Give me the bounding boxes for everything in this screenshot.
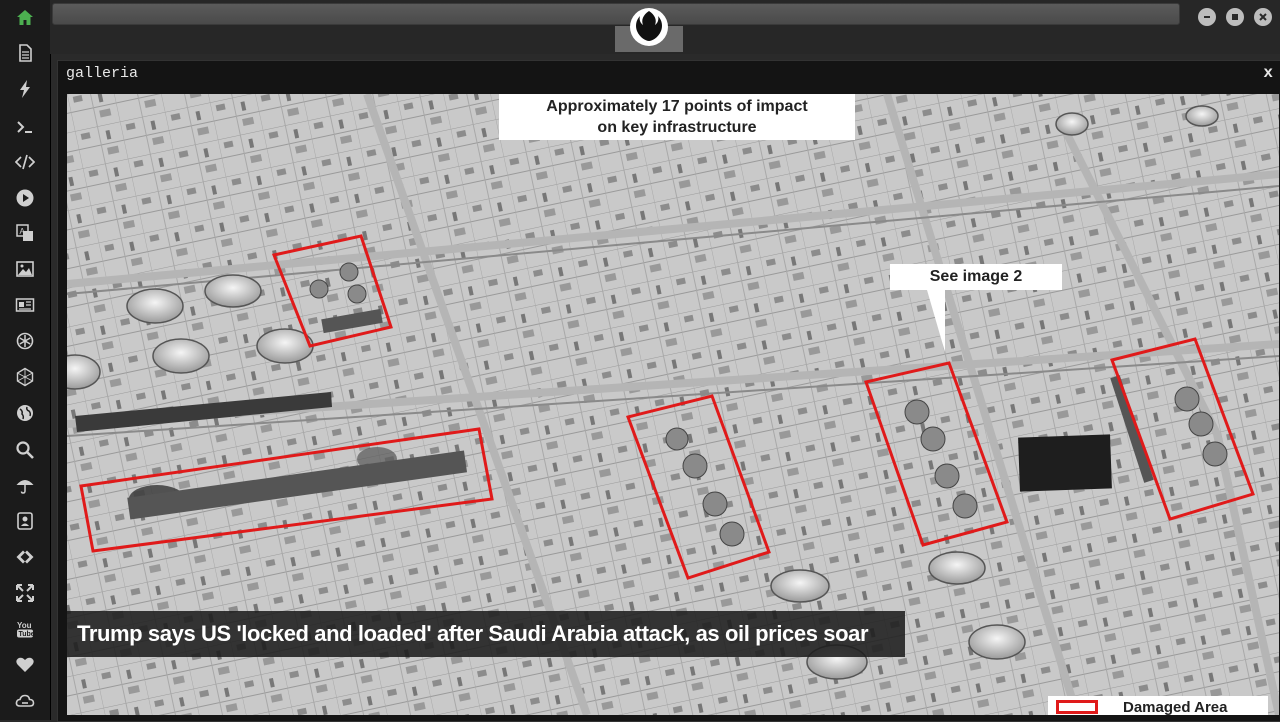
image-caption: Trump says US 'locked and loaded' after … [67,611,905,657]
rebel-alliance-logo-icon [630,8,668,46]
newspaper-icon[interactable] [9,290,41,320]
umbrella-icon[interactable] [9,470,41,500]
settings-icon[interactable] [9,326,41,356]
minimize-button[interactable] [1198,8,1216,26]
legend-swatch [1056,700,1098,714]
see-image-annotation: See image 2 [890,264,1062,290]
heart-icon[interactable] [9,650,41,680]
expand-icon[interactable] [9,578,41,608]
tag-icon[interactable] [9,542,41,572]
code-icon[interactable] [9,147,41,177]
impact-annotation: Approximately 17 points of impact on key… [499,94,855,140]
legend-label: Damaged Area [1123,699,1228,715]
youtube-icon[interactable]: You Tube [9,614,41,644]
lightning-icon[interactable] [9,74,41,104]
gallery-window: galleria x Approximately 17 points of im… [57,60,1280,722]
svg-text:A: A [20,227,26,236]
terminal-icon[interactable] [9,112,41,142]
app-dock: A You Tube [0,0,51,720]
impact-annotation-line2: on key infrastructure [597,119,757,136]
translate-icon[interactable]: A [9,218,41,248]
hexagon-icon[interactable] [9,362,41,392]
svg-text:Tube: Tube [19,631,35,638]
search-icon[interactable] [9,435,41,465]
top-bar [50,0,1280,54]
home-icon[interactable] [9,3,41,33]
window-close-button[interactable]: x [1263,64,1273,82]
close-button[interactable] [1254,8,1272,26]
document-icon[interactable] [9,38,41,68]
play-icon[interactable] [9,183,41,213]
globe-icon[interactable] [9,398,41,428]
svg-text:You: You [17,621,32,630]
address-bar[interactable] [52,3,1180,25]
damage-legend: Damaged Area [1048,696,1268,715]
impact-annotation-line1: Approximately 17 points of impact [546,98,808,115]
contact-icon[interactable] [9,506,41,536]
cloud-icon[interactable] [9,686,41,716]
window-title: galleria [66,65,139,82]
maximize-button[interactable] [1226,8,1244,26]
image-icon[interactable] [9,254,41,284]
gallery-image: Approximately 17 points of impact on key… [67,94,1279,715]
